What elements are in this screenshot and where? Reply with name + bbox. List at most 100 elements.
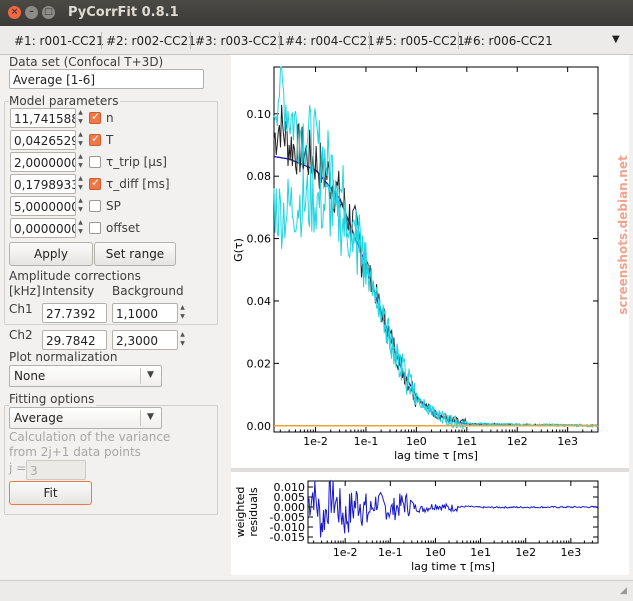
tab-list-dropdown-icon[interactable]: ▼ xyxy=(612,34,620,45)
apply-button[interactable]: Apply xyxy=(9,242,93,266)
tab-separator xyxy=(101,32,102,49)
spin-down-icon: ▼ xyxy=(78,184,83,191)
spin-up-icon: ▲ xyxy=(180,331,185,338)
param-ttrip-label: τ_trip [µs] xyxy=(106,155,167,169)
window-close-button[interactable]: × xyxy=(8,6,21,19)
x-tick-label: 1e0 xyxy=(406,435,427,448)
param-ttrip-spinner[interactable]: ▲ ▼ xyxy=(76,152,85,172)
watermark: screenshots.debian.net xyxy=(616,155,629,315)
spin-down-icon: ▼ xyxy=(78,206,83,213)
param-n-checkbox[interactable] xyxy=(89,110,101,124)
spin-down-icon: ▼ xyxy=(78,162,83,169)
param-sp-checkbox[interactable] xyxy=(89,200,101,212)
spin-up-icon: ▲ xyxy=(78,219,83,226)
tab-r005[interactable]: #5: r005-CC21 xyxy=(375,34,465,48)
fit-button[interactable]: Fit xyxy=(9,481,92,505)
x-axis-label: lag time τ [ms] xyxy=(394,449,478,462)
variance-text-line1: Calculation of the variance xyxy=(9,430,171,444)
param-t-input[interactable]: 0,04265297 xyxy=(10,130,76,150)
param-offset-spinner[interactable]: ▲ ▼ xyxy=(76,218,85,238)
param-offset-label: offset xyxy=(106,221,140,235)
tab-r002[interactable]: #2: r002-CC21 xyxy=(106,34,196,48)
spin-down-icon: ▼ xyxy=(180,340,185,347)
ch2-background-input[interactable]: 2,3000 xyxy=(112,330,178,350)
param-t-checkbox[interactable] xyxy=(89,132,101,146)
spin-down-icon: ▼ xyxy=(78,228,83,235)
page-tabs: #1: r001-CC21 #2: r002-CC21 #3: r003-CC2… xyxy=(0,26,633,55)
x-tick-label: 1e1 xyxy=(470,546,491,559)
param-ttrip-input[interactable]: 2,00000000 xyxy=(10,152,76,172)
ch1-intensity-value: 27.7392 xyxy=(42,303,107,323)
param-sp-spinner[interactable]: ▲ ▼ xyxy=(76,196,85,216)
dataset-label: Data set (Confocal T+3D) xyxy=(9,55,164,69)
correlation-plot: 1e-2 1e-1 1e0 1e1 1e2 1e3 0.00 0.02 0.04 0.06 0.08… xyxy=(232,66,599,462)
j-label: j = xyxy=(9,461,27,475)
tab-separator xyxy=(369,32,370,49)
spin-down-icon: ▼ xyxy=(78,140,83,147)
tab-r001[interactable]: #1: r001-CC21 xyxy=(14,34,104,48)
ch2-intensity-value: 29.7842 xyxy=(42,330,107,350)
chevron-down-icon: ▼ xyxy=(147,412,154,422)
fitting-options-label: Fitting options xyxy=(9,392,97,406)
ch1-background-input[interactable]: 1,1000 xyxy=(112,303,178,323)
model-parameters-label: Model parameters xyxy=(9,94,121,108)
residual-axis-label-line1: weighted xyxy=(234,487,247,538)
param-n-input[interactable]: 11,7415888 xyxy=(10,108,76,128)
param-tdiff-spinner[interactable]: ▲ ▼ xyxy=(76,174,85,194)
left-panel: Data set (Confocal T+3D) Average [1-6] M… xyxy=(0,55,226,580)
combo-divider xyxy=(140,368,141,384)
status-bar xyxy=(0,580,633,601)
plot-normalization-select[interactable]: None ▼ xyxy=(9,365,162,387)
param-offset-input[interactable]: 0,00000000 xyxy=(10,218,76,238)
chevron-down-icon: ▼ xyxy=(147,370,154,380)
ch1-background-spinner[interactable]: ▲ ▼ xyxy=(178,303,187,323)
x-tick-label: 1e0 xyxy=(425,546,446,559)
spin-up-icon: ▲ xyxy=(78,197,83,204)
x-tick-label: 1e1 xyxy=(456,435,477,448)
param-offset-checkbox[interactable] xyxy=(89,222,101,234)
variance-text-line2: from 2j+1 data points xyxy=(9,445,141,459)
plot-canvas: 1e-2 1e-1 1e0 1e1 1e2 1e3 0.00 0.02 0.04 0.06 0.08… xyxy=(231,66,630,573)
tab-r004[interactable]: #4: r004-CC21 xyxy=(285,34,375,48)
param-n-spinner[interactable]: ▲ ▼ xyxy=(76,108,85,128)
ch2-label: Ch2 xyxy=(9,328,33,342)
param-sp-label: SP xyxy=(106,199,121,213)
y-tick-label: 0.10 xyxy=(247,108,272,121)
set-range-button[interactable]: Set range xyxy=(94,242,176,266)
window-minimize-button[interactable]: – xyxy=(25,6,38,19)
param-t-spinner[interactable]: ▲ ▼ xyxy=(76,130,85,150)
fitting-method-select[interactable]: Average ▼ xyxy=(9,407,162,429)
x-tick-label: 1e3 xyxy=(560,546,581,559)
tab-r006[interactable]: #6: r006-CC21 xyxy=(463,34,553,48)
param-ttrip-checkbox[interactable] xyxy=(89,156,101,168)
ch2-background-spinner[interactable]: ▲ ▼ xyxy=(178,330,187,350)
y-axis-label: G(τ) xyxy=(232,238,245,262)
minimize-icon: – xyxy=(29,7,34,17)
x-tick-label: 1e2 xyxy=(515,546,536,559)
residual-axis-label-line2: residuals xyxy=(247,487,260,537)
close-icon: × xyxy=(10,7,19,17)
j-input[interactable]: 3 xyxy=(26,460,86,480)
spin-down-icon: ▼ xyxy=(180,313,185,320)
plot-panel: 1e-2 1e-1 1e0 1e1 1e2 1e3 0.00 0.02 0.04 0.06 0.08… xyxy=(231,55,630,575)
tab-separator xyxy=(190,32,191,49)
title-bar: × – □ PyCorrFit 0.8.1 xyxy=(0,0,633,26)
window-maximize-button[interactable]: □ xyxy=(42,6,55,19)
intensity-header: Intensity xyxy=(42,284,95,298)
param-tdiff-input[interactable]: 0,17989335 xyxy=(10,174,76,194)
tab-separator xyxy=(458,32,459,49)
dataset-field[interactable]: Average [1-6] xyxy=(9,69,204,89)
window-title: PyCorrFit 0.8.1 xyxy=(68,5,179,20)
tab-r003[interactable]: #3: r003-CC21 xyxy=(195,34,285,48)
combo-divider xyxy=(140,410,141,426)
param-t-label: T xyxy=(106,133,114,147)
param-sp-input[interactable]: 5,00000000 xyxy=(10,196,76,216)
param-tdiff-checkbox[interactable] xyxy=(89,176,101,190)
fitting-method-value: Average xyxy=(14,411,64,425)
x-tick-label: 1e-1 xyxy=(378,546,403,559)
x-tick-label: 1e-2 xyxy=(303,435,328,448)
spin-down-icon: ▼ xyxy=(78,118,83,125)
maximize-icon: □ xyxy=(44,7,53,17)
plot-normalization-value: None xyxy=(14,369,46,383)
resize-grip-icon[interactable]: ◢ xyxy=(620,586,627,596)
